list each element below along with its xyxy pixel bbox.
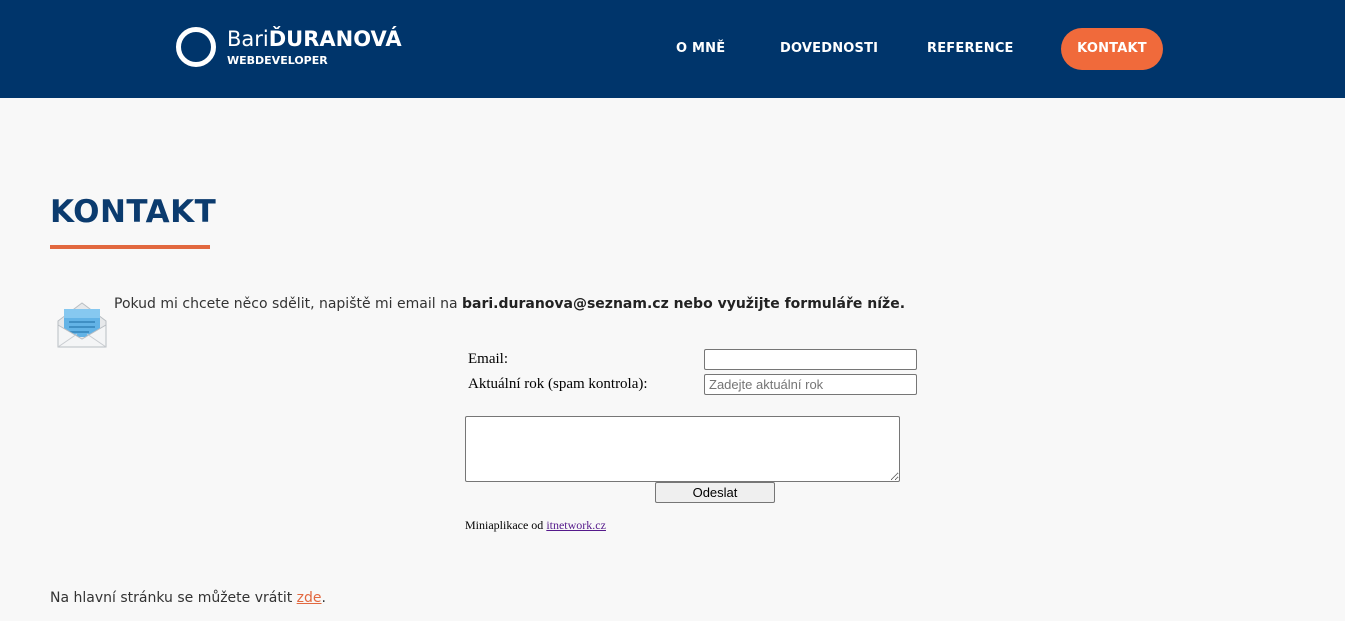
site-logo[interactable]: BariĎURANOVÁ WEBDEVELOPER [176,27,402,68]
widget-credit: Miniaplikace od itnetwork.cz [465,518,606,533]
page-title: KONTAKT [50,194,217,230]
credit-link[interactable]: itnetwork.cz [546,518,606,532]
message-textarea[interactable] [465,416,900,482]
nav-link-references[interactable]: REFERENCE [927,41,1014,56]
intro-rest: nebo využijte formuláře níže. [668,296,906,312]
email-label: Email: [468,351,508,367]
title-underline [50,245,210,249]
logo-text: BariĎURANOVÁ WEBDEVELOPER [227,27,402,68]
contact-email: bari.duranova@seznam.cz [461,296,669,312]
back-text: Na hlavní stránku se můžete vrátit [50,590,297,606]
brand-first-name: Bari [227,27,269,51]
logo-ring-icon [176,27,216,67]
year-label: Aktuální rok (spam kontrola): [468,376,648,392]
back-home-text: Na hlavní stránku se můžete vrátit zde. [50,590,326,606]
site-header: BariĎURANOVÁ WEBDEVELOPER O MNĚ DOVEDNOS… [0,0,1345,98]
credit-text: Miniaplikace od [465,518,547,532]
contact-intro: Pokud mi chcete něco sdělit, napiště mi … [114,294,905,314]
brand-last-name: ĎURANOVÁ [268,27,402,51]
nav-link-skills[interactable]: DOVEDNOSTI [780,41,878,56]
brand-name: BariĎURANOVÁ [227,27,402,51]
intro-text: Pokud mi chcete něco sdělit, napiště mi … [114,296,462,312]
year-field[interactable] [704,374,917,395]
brand-subtitle: WEBDEVELOPER [227,54,328,67]
nav-link-contact[interactable]: KONTAKT [1061,28,1163,70]
envelope-icon [57,302,107,348]
nav-link-about[interactable]: O MNĚ [676,41,725,56]
send-button[interactable]: Odeslat [655,482,775,503]
back-home-link[interactable]: zde [297,590,322,606]
email-field[interactable] [704,349,917,370]
back-end: . [321,590,326,606]
